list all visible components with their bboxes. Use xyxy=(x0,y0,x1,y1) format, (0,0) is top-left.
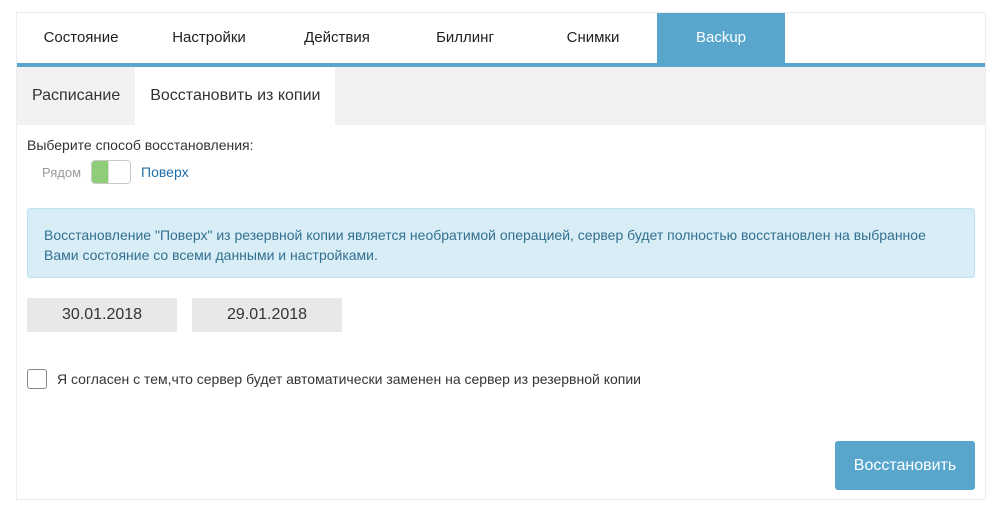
toggle-option-side-by-side: Рядом xyxy=(42,164,82,180)
tab-backup[interactable]: Backup xyxy=(657,13,785,63)
backup-date-list: 30.01.2018 29.01.2018 xyxy=(27,298,357,332)
tab-actions[interactable]: Действия xyxy=(273,13,401,63)
subtab-schedule[interactable]: Расписание xyxy=(17,67,135,125)
subtab-restore-from-copy[interactable]: Восстановить из копии xyxy=(135,67,336,125)
tab-billing[interactable]: Биллинг xyxy=(401,13,529,63)
tab-settings[interactable]: Настройки xyxy=(145,13,273,63)
agree-label: Я согласен с тем,что сервер будет автома… xyxy=(57,371,641,387)
server-panel: Состояние Настройки Действия Биллинг Сни… xyxy=(16,12,986,500)
toggle-option-overwrite: Поверх xyxy=(141,164,189,180)
restore-method-toggle[interactable] xyxy=(91,160,132,184)
agree-row: Я согласен с тем,что сервер будет автома… xyxy=(27,369,641,389)
restore-method-label: Выберите способ восстановления: xyxy=(27,137,254,153)
toggle-knob xyxy=(108,161,131,183)
restore-button[interactable]: Восстановить xyxy=(835,441,975,490)
backup-date-button[interactable]: 30.01.2018 xyxy=(27,298,177,332)
overwrite-warning-alert: Восстановление "Поверх" из резервной коп… xyxy=(27,208,975,278)
main-tabs: Состояние Настройки Действия Биллинг Сни… xyxy=(17,13,985,67)
backup-date-button[interactable]: 29.01.2018 xyxy=(192,298,342,332)
sub-tabs: Расписание Восстановить из копии xyxy=(17,67,985,125)
restore-method-toggle-row: Рядом Поверх xyxy=(42,159,189,185)
tab-status[interactable]: Состояние xyxy=(17,13,145,63)
toggle-fill xyxy=(92,161,109,183)
tab-snapshots[interactable]: Снимки xyxy=(529,13,657,63)
agree-checkbox[interactable] xyxy=(27,369,47,389)
